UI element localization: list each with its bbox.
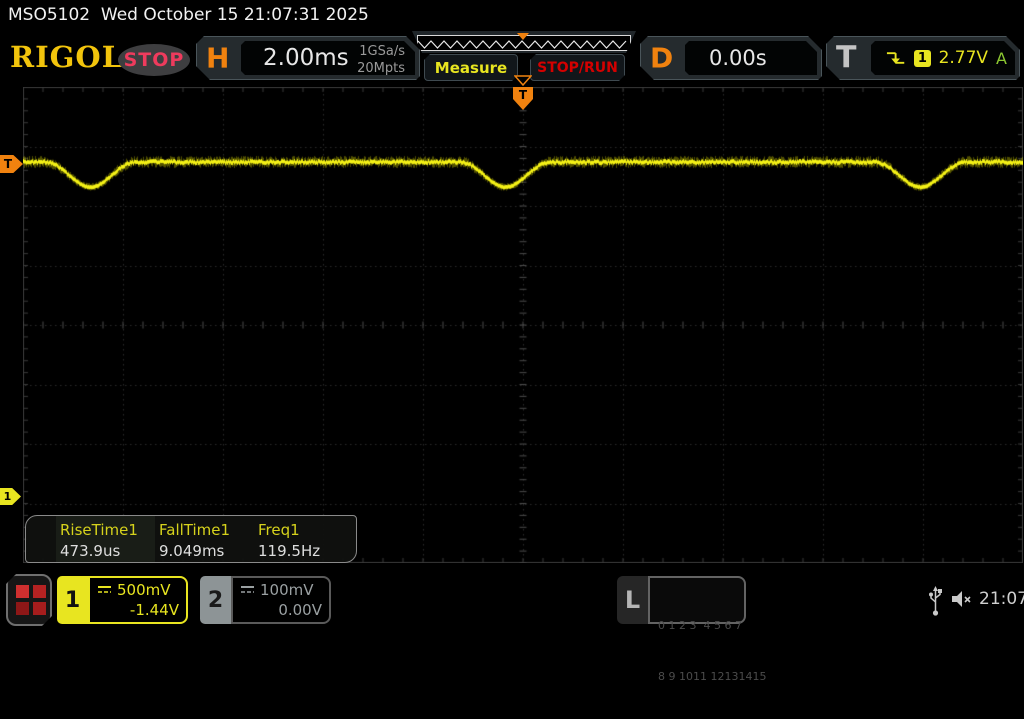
top-status-bar: MSO5102 Wed October 15 21:07:31 2025 [0, 0, 1024, 30]
acquisition-status-label: STOP [123, 49, 185, 71]
measure-button-label: Measure [434, 58, 508, 77]
apps-grid-icon [16, 585, 29, 598]
dc-coupling-icon [98, 586, 111, 593]
apps-grid-icon [33, 602, 46, 615]
measurement-item[interactable]: Freq1 119.5Hz [254, 516, 353, 562]
waveform-display [23, 87, 1023, 563]
trigger-position-outline-icon [514, 75, 532, 86]
apps-grid-icon [16, 602, 29, 615]
overview-position-marker-icon[interactable] [517, 33, 529, 40]
timebase-value: 2.00ms [263, 45, 349, 71]
usb-icon [929, 586, 942, 616]
channel-1-offset: -1.44V [129, 601, 179, 619]
channel-1-number: 1 [57, 576, 88, 624]
acquisition-status-badge: STOP [118, 44, 190, 76]
clock: 21:07 [979, 589, 1024, 609]
measurement-label: RiseTime1 [60, 521, 138, 539]
measurement-value: 119.5Hz [258, 542, 321, 560]
trigger-sweep-mode: A [996, 48, 1007, 68]
trigger-label: T [836, 40, 857, 76]
model-and-datetime: MSO5102 Wed October 15 21:07:31 2025 [8, 5, 369, 25]
channel-2-offset: 0.00V [278, 601, 322, 619]
measurement-results-popup: RiseTime1 473.9us FallTime1 9.049ms Freq… [25, 515, 357, 563]
measurement-item[interactable]: FallTime1 9.049ms [155, 516, 254, 562]
measurement-value: 9.049ms [159, 542, 225, 560]
trigger-level-marker[interactable]: T [0, 155, 23, 173]
delay-box[interactable]: D 0.00s [640, 36, 822, 80]
digital-channels-row1: 0 1 2 3 4 5 6 7 [658, 619, 742, 632]
measurement-label: Freq1 [258, 521, 300, 539]
trigger-level-value: 2.77V [938, 48, 989, 68]
dc-coupling-icon [241, 586, 254, 593]
ch1-ground-marker[interactable]: 1 [0, 488, 21, 505]
stop-run-button[interactable]: STOP/RUN [530, 54, 625, 81]
channel-2-number: 2 [200, 576, 231, 624]
channel-2-status[interactable]: 2 100mV 0.00V [200, 576, 331, 624]
sample-rate: 1GSa/s [359, 44, 405, 59]
digital-channels-row2: 8 9 1011 12131415 [658, 670, 767, 683]
trigger-box[interactable]: T 1 2.77V A [826, 36, 1020, 80]
logic-analyzer-status[interactable]: L 0 1 2 3 4 5 6 7 8 9 1011 12131415 [617, 576, 766, 683]
function-navigation-button[interactable] [6, 574, 52, 626]
measurement-label: FallTime1 [159, 521, 231, 539]
speaker-muted-icon [952, 591, 971, 607]
rigol-logo: RIGOL [10, 40, 124, 74]
measurement-value: 473.9us [60, 542, 121, 560]
channel-1-status[interactable]: 1 500mV -1.44V [57, 576, 188, 624]
measure-button[interactable]: Measure [424, 54, 518, 81]
logic-analyzer-label: L [617, 576, 648, 624]
channel-1-scale: 500mV [117, 581, 171, 599]
delay-label: D [650, 41, 674, 75]
horizontal-timebase-box[interactable]: H 2.00ms 1GSa/s 20Mpts [196, 36, 420, 80]
measurement-item[interactable]: RiseTime1 473.9us [56, 516, 155, 562]
delay-value: 0.00s [709, 46, 767, 70]
memory-depth: 20Mpts [357, 61, 405, 76]
horizontal-label: H [206, 41, 230, 75]
stop-run-button-label: STOP/RUN [537, 59, 618, 76]
apps-grid-icon [33, 585, 46, 598]
trigger-source-badge: 1 [914, 50, 930, 67]
falling-edge-trigger-icon [885, 50, 906, 66]
channel-2-scale: 100mV [260, 581, 314, 599]
